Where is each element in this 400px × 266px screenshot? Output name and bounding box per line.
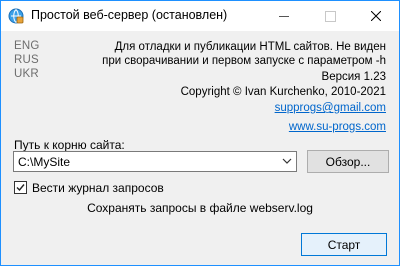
dialog-footer: Старт [1,223,399,265]
title-bar[interactable]: Простой веб-сервер (остановлен) [1,1,399,31]
email-link[interactable]: supprogs@gmail.com [275,102,386,114]
log-requests-label[interactable]: Вести журнал запросов [32,181,164,195]
start-button[interactable]: Старт [301,233,387,256]
log-file-note: Сохранять запросы в файле webserv.log [87,201,313,215]
server-app-icon [8,8,24,24]
maximize-icon [324,10,336,22]
copyright-text: Copyright © Ivan Kurchenko, 2010-2021 [180,86,386,98]
site-root-value: C:\MySite [18,155,71,169]
site-root-label: Путь к корню сайта: [14,138,125,152]
maximize-button[interactable] [307,1,353,31]
minimize-button[interactable] [261,1,307,31]
version-text: Версия 1.23 [321,71,386,83]
app-window: Простой веб-сервер (остановлен) ENG RUS … [0,0,400,266]
log-requests-checkbox[interactable] [14,181,27,194]
close-button[interactable] [353,1,399,31]
minimize-icon [279,15,289,17]
checkmark-icon [16,184,25,192]
description-line-2: при сворачивании и первом запуске с пара… [102,55,386,67]
chevron-down-icon[interactable] [282,158,292,164]
language-ukr[interactable]: UKR [14,68,39,80]
language-eng[interactable]: ENG [14,40,40,52]
close-icon [371,11,381,21]
description-line-1: Для отладки и публикации HTML сайтов. Не… [114,41,386,53]
website-link[interactable]: www.su-progs.com [289,121,386,133]
window-title: Простой веб-сервер (остановлен) [31,8,228,22]
site-root-combobox[interactable]: C:\MySite [13,151,297,172]
language-rus[interactable]: RUS [14,54,39,66]
browse-button[interactable]: Обзор... [307,150,389,173]
